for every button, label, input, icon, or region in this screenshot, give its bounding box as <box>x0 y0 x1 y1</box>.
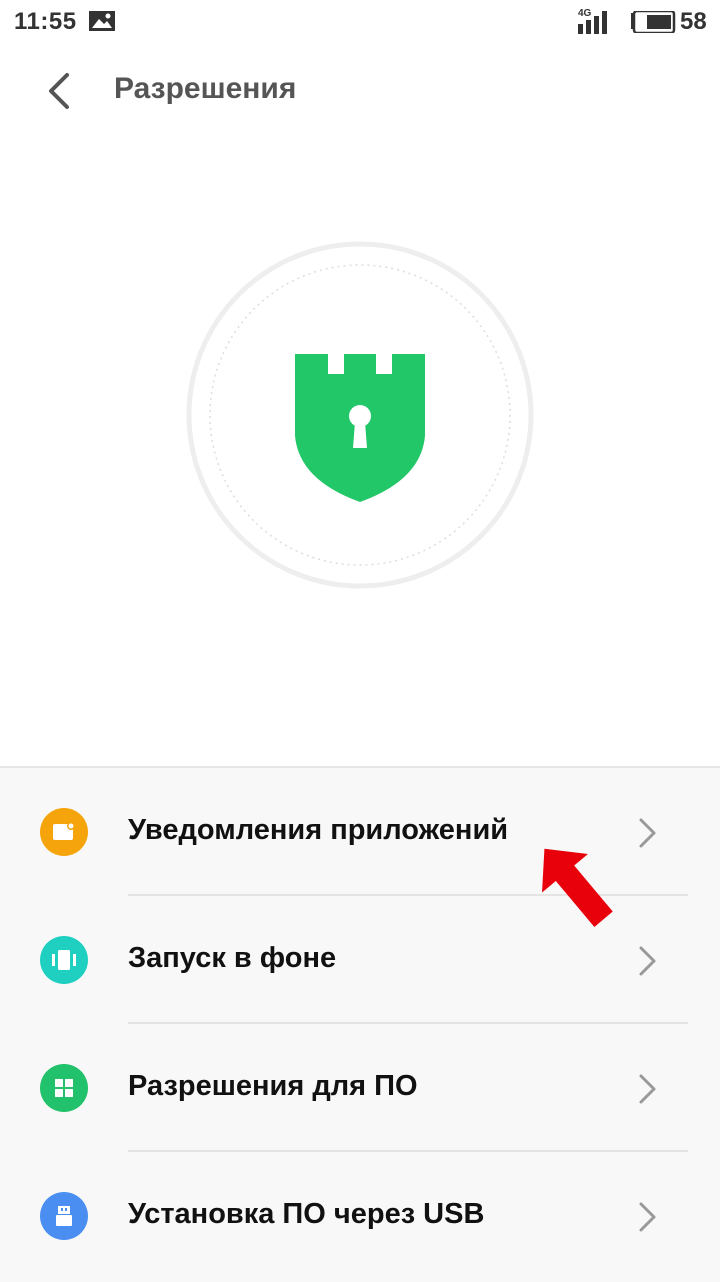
status-bar: 11:55 4G 58 <box>0 0 720 44</box>
shield-lock-icon <box>295 354 425 502</box>
status-time: 11:55 <box>14 8 77 35</box>
chevron-left-icon <box>49 73 69 109</box>
red-arrow-icon <box>524 834 624 939</box>
background-run-icon <box>40 936 88 984</box>
list-item-usb-install[interactable]: Установка ПО через USB <box>0 1152 720 1280</box>
battery-icon <box>630 9 676 38</box>
chevron-right-icon <box>636 1072 658 1111</box>
page-title: Разрешения <box>114 72 297 105</box>
gallery-icon <box>88 10 116 37</box>
signal-icon <box>574 10 614 39</box>
hero-shield <box>185 240 535 590</box>
back-button[interactable] <box>34 66 84 116</box>
notification-icon <box>40 808 88 856</box>
battery-level: 58 <box>680 8 707 35</box>
chevron-right-icon <box>636 816 658 855</box>
apps-grid-icon <box>40 1064 88 1112</box>
list-item-label: Уведомления приложений <box>128 814 509 846</box>
chevron-right-icon <box>636 944 658 983</box>
list-item-label: Установка ПО через USB <box>128 1198 485 1230</box>
app-bar: Разрешения <box>0 52 720 128</box>
list-item-label: Запуск в фоне <box>128 942 337 974</box>
list-item-label: Разрешения для ПО <box>128 1070 418 1102</box>
chevron-right-icon <box>636 1200 658 1239</box>
list-item-software-permissions[interactable]: Разрешения для ПО <box>0 1024 720 1152</box>
usb-icon <box>40 1192 88 1240</box>
